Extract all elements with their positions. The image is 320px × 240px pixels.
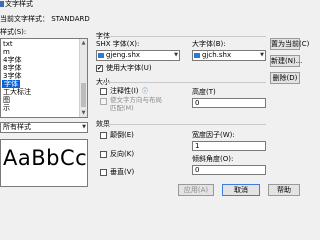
font-file-icon xyxy=(194,53,200,58)
help-button[interactable]: 帮助 xyxy=(268,184,300,196)
backwards-label: 反向(K) xyxy=(110,150,135,158)
list-scrollbar[interactable]: ▲ ▼ xyxy=(79,39,87,117)
annotative-label: 注释性(I) xyxy=(110,87,139,95)
list-item[interactable]: 3字体 xyxy=(3,72,21,80)
size-group-divider xyxy=(104,82,266,83)
upside-down-checkbox[interactable] xyxy=(100,132,107,139)
style-filter-select[interactable]: 所有样式 ▼ xyxy=(0,122,88,133)
width-factor-input[interactable]: 1 xyxy=(192,141,266,151)
height-input[interactable]: 0 xyxy=(192,98,266,108)
list-item[interactable]: txt xyxy=(3,40,13,48)
effects-group-divider xyxy=(104,124,266,125)
scroll-down-icon[interactable]: ▼ xyxy=(80,109,87,117)
list-item[interactable]: 4字体 xyxy=(3,56,21,64)
font-file-icon xyxy=(98,53,104,58)
scroll-thumb[interactable] xyxy=(81,83,86,107)
bigfont-select[interactable]: gjch.shx ▼ xyxy=(192,50,266,61)
chevron-down-icon: ▼ xyxy=(260,52,264,58)
width-factor-label: 宽度因子(W): xyxy=(192,131,235,139)
list-item[interactable]: 8字体 xyxy=(3,64,21,72)
window-title: 文字样式 xyxy=(5,0,33,8)
apply-button[interactable]: 应用(A) xyxy=(178,184,214,196)
chevron-down-icon: ▼ xyxy=(174,52,178,58)
use-bigfont-checkbox[interactable]: ✔ xyxy=(96,65,103,72)
preview-text: AaBbCcD_ xyxy=(3,146,88,170)
oblique-angle-label: 倾斜角度(O): xyxy=(192,155,234,163)
list-item[interactable]: m xyxy=(3,48,10,56)
cancel-button[interactable]: 取消 xyxy=(222,184,260,196)
scroll-up-icon[interactable]: ▲ xyxy=(80,39,87,47)
list-item[interactable]: 工大标注 xyxy=(3,88,31,96)
bigfont-value: gjch.shx xyxy=(202,51,232,59)
bigfont-label: 大字体(B): xyxy=(192,40,226,48)
upside-down-label: 颠倒(E) xyxy=(110,131,134,139)
shx-font-select[interactable]: gjeng.shx ▼ xyxy=(96,50,180,61)
chevron-down-icon: ▼ xyxy=(82,124,86,130)
height-label: 高度(T) xyxy=(192,88,216,96)
use-bigfont-label: 使用大字体(U) xyxy=(106,64,152,72)
styles-list[interactable]: txt m 4字体 8字体 3字体 字体 工大标注 图 示 ▲ ▼ xyxy=(0,38,88,118)
vertical-checkbox[interactable] xyxy=(100,169,107,176)
list-item[interactable]: 图 xyxy=(3,96,10,104)
app-icon xyxy=(0,1,4,7)
new-style-button[interactable]: 新建(N)... xyxy=(270,55,302,67)
list-item[interactable]: 示 xyxy=(3,104,10,112)
shx-font-value: gjeng.shx xyxy=(106,51,141,59)
shx-font-label: SHX 字体(X): xyxy=(96,40,140,48)
match-layout-label-2: 匹配(M) xyxy=(110,104,134,112)
font-group-divider xyxy=(104,36,266,37)
delete-style-button[interactable]: 删除(D) xyxy=(270,72,300,84)
list-item-selected[interactable]: 字体 xyxy=(2,80,20,88)
annotative-checkbox[interactable] xyxy=(100,88,107,95)
style-filter-value: 所有样式 xyxy=(3,123,31,131)
styles-heading: 样式(S): xyxy=(0,28,27,36)
match-layout-checkbox[interactable] xyxy=(100,98,107,105)
current-style-label: 当前文字样式： STANDARD xyxy=(0,15,90,23)
vertical-label: 垂直(V) xyxy=(110,168,135,176)
set-current-button[interactable]: 置为当前(C) xyxy=(270,38,309,50)
preview-box: AaBbCcD_ xyxy=(0,139,88,187)
oblique-angle-input[interactable]: 0 xyxy=(192,165,266,175)
window-title-bar xyxy=(0,0,300,9)
info-icon: ⓘ xyxy=(142,88,149,95)
backwards-checkbox[interactable] xyxy=(100,151,107,158)
